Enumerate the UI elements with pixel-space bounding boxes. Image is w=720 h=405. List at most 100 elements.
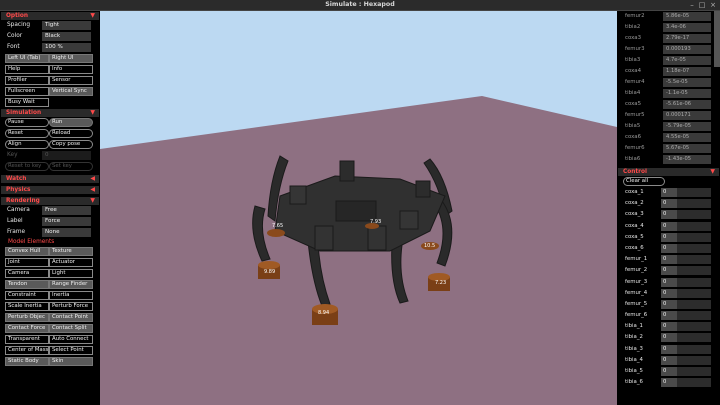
control-name: tibia_2 (625, 334, 643, 341)
option-field-select[interactable]: Tight (42, 21, 91, 30)
section-control-header[interactable]: Control ▼ (618, 168, 719, 176)
control-slider[interactable] (677, 355, 711, 365)
control-name: tibia_1 (625, 323, 643, 330)
section-rendering-header[interactable]: Rendering ▼ (1, 197, 99, 205)
control-slider[interactable] (677, 188, 711, 197)
body-plate (335, 200, 377, 222)
control-slider[interactable] (677, 299, 711, 309)
section-option-header[interactable]: Option ▼ (1, 12, 99, 20)
control-slider[interactable] (677, 333, 711, 343)
control-row: coxa_6 0 (617, 243, 720, 254)
center-of-mass-button[interactable]: Center of Mass (5, 346, 49, 355)
skin-button[interactable]: Skin (49, 357, 93, 366)
key-field[interactable]: 0 (42, 151, 91, 160)
control-slider[interactable] (677, 322, 711, 332)
control-slider[interactable] (677, 232, 711, 242)
inertia-button[interactable]: Inertia (49, 291, 93, 300)
light-button[interactable]: Light (49, 269, 93, 278)
control-slider[interactable] (677, 199, 711, 209)
control-slider[interactable] (677, 266, 711, 276)
contact-force-button[interactable]: Contact Force (5, 324, 49, 333)
control-name: femur_1 (625, 256, 648, 263)
close-icon[interactable]: × (709, 1, 717, 9)
control-row: coxa_3 0 (617, 209, 720, 220)
camera-button[interactable]: Camera (5, 269, 49, 278)
sensor-row: tibia6 -1.43e-05 (617, 154, 720, 165)
tendon-button[interactable]: Tendon (5, 280, 49, 289)
perturb-objec-button[interactable]: Perturb Objec (5, 313, 49, 322)
help-button[interactable]: Help (5, 65, 49, 74)
control-name: coxa_4 (625, 222, 644, 229)
control-slider[interactable] (677, 221, 711, 231)
perturb-force-button[interactable]: Perturb Force (49, 302, 93, 311)
button-row: Perturb Objec Contact Point (0, 312, 100, 323)
control-value: 0 (661, 288, 677, 298)
contact-split-button[interactable]: Contact Split (49, 324, 93, 333)
control-slider[interactable] (677, 288, 711, 298)
rendering-field-select[interactable]: None (42, 228, 91, 237)
control-value: 0 (661, 188, 677, 197)
rendering-field-select[interactable]: Free (42, 206, 91, 215)
control-slider[interactable] (677, 311, 711, 321)
busy-wait-button[interactable]: Busy Wait (5, 98, 49, 107)
align-button[interactable]: Align (5, 140, 49, 149)
info-button[interactable]: Info (49, 65, 93, 74)
clear-all-button[interactable]: Clear all (623, 177, 665, 186)
contact-point-button[interactable]: Contact Point (49, 313, 93, 322)
select-point-button[interactable]: Select Point (49, 346, 93, 355)
reset-button[interactable]: Reset (5, 129, 49, 138)
rendering-field-row: Camera Free (0, 205, 100, 216)
control-name: femur_6 (625, 312, 648, 319)
right-ui-button[interactable]: Right UI (49, 54, 93, 63)
control-slider[interactable] (677, 378, 711, 388)
sensor-scrollbar[interactable] (714, 11, 720, 67)
set-key-button[interactable]: Set key (49, 162, 93, 171)
option-field-select[interactable]: 100 % (42, 43, 91, 52)
rendering-field-select[interactable]: Force (42, 217, 91, 226)
control-slider[interactable] (677, 344, 711, 354)
texture-button[interactable]: Texture (49, 247, 93, 256)
left-ui-tab-button[interactable]: Left UI (Tab) (5, 54, 49, 63)
option-field-select[interactable]: Black (42, 32, 91, 41)
convex-hull-button[interactable]: Convex Hull (5, 247, 49, 256)
control-name: coxa_5 (625, 233, 644, 240)
control-name: coxa_2 (625, 200, 644, 207)
transparent-button[interactable]: Transparent (5, 335, 49, 344)
fullscreen-button[interactable]: Fullscreen (5, 87, 49, 96)
pause-button[interactable]: Pause (5, 118, 49, 127)
reset-to-key-button[interactable]: Reset to key (5, 162, 49, 171)
section-option-title: Option (6, 13, 28, 19)
control-name: femur_5 (625, 300, 648, 307)
contact-label: 7.65 (272, 223, 283, 229)
control-name: tibia_3 (625, 345, 643, 352)
section-watch-header[interactable]: Watch ◀ (1, 175, 99, 183)
joint-button[interactable]: Joint (5, 258, 49, 267)
scene-render[interactable]: 7.65 10.5 7.93 9.89 7.23 8.94 (100, 11, 617, 405)
control-value: 0 (661, 333, 677, 343)
vertical-sync-button[interactable]: Vertical Sync (49, 87, 93, 96)
control-slider[interactable] (677, 210, 711, 220)
copy-pose-button[interactable]: Copy pose (49, 140, 93, 149)
control-slider[interactable] (677, 255, 711, 265)
section-physics-title: Physics (6, 187, 31, 193)
actuator-button[interactable]: Actuator (49, 258, 93, 267)
constraint-button[interactable]: Constraint (5, 291, 49, 300)
maximize-icon[interactable]: □ (698, 1, 706, 9)
profiler-button[interactable]: Profiler (5, 76, 49, 85)
scale-inertia-button[interactable]: Scale Inertia (5, 302, 49, 311)
control-slider[interactable] (677, 277, 711, 287)
control-value: 0 (661, 355, 677, 365)
reload-button[interactable]: Reload (49, 129, 93, 138)
control-slider[interactable] (677, 367, 711, 376)
minimize-icon[interactable]: – (688, 1, 696, 9)
servo-right (399, 210, 419, 230)
sensor-button[interactable]: Sensor (49, 76, 93, 85)
range-finder-button[interactable]: Range Finder (49, 280, 93, 289)
section-physics-header[interactable]: Physics ◀ (1, 186, 99, 194)
run-button[interactable]: Run (49, 118, 93, 127)
section-simulation-header[interactable]: Simulation ▼ (1, 109, 99, 117)
simulation-viewport[interactable]: 7.65 10.5 7.93 9.89 7.23 8.94 (100, 11, 617, 405)
static-body-button[interactable]: Static Body (5, 357, 49, 366)
auto-connect-button[interactable]: Auto Connect (49, 335, 93, 344)
control-slider[interactable] (677, 243, 711, 253)
